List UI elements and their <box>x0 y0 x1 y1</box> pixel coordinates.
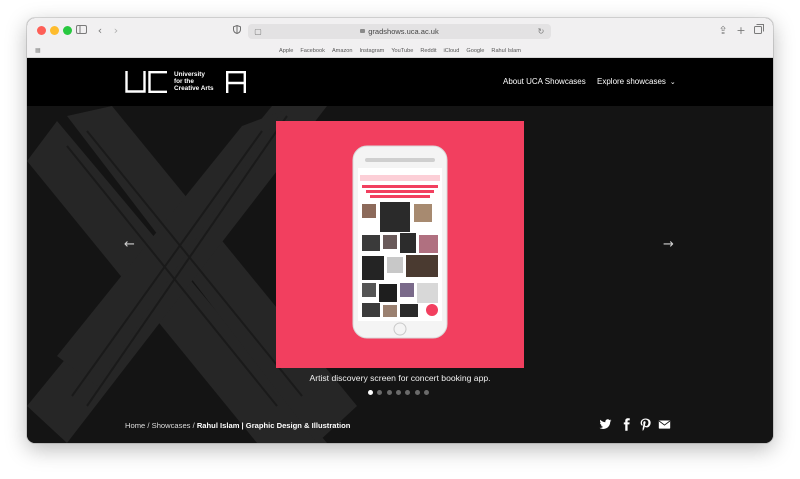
twitter-icon[interactable] <box>599 418 612 431</box>
uc-letters-logo <box>125 71 167 93</box>
favorites-bar: ▦ Apple Facebook Amazon Instagram YouTube Red… <box>27 45 773 58</box>
favorite-link[interactable]: Instagram <box>359 48 384 54</box>
slide-caption: Artist discovery screen for concert book… <box>309 373 491 383</box>
favorite-link[interactable]: iCloud <box>444 48 460 54</box>
logo-text-line-3: Creative Arts <box>174 84 214 92</box>
privacy-shield-icon[interactable] <box>230 23 244 39</box>
minimize-window-button[interactable] <box>50 26 59 35</box>
url-text: gradshows.uca.ac.uk <box>248 25 551 38</box>
breadcrumb-home-link[interactable]: Home <box>125 421 145 430</box>
chevron-down-icon: ⌄ <box>669 79 676 86</box>
breadcrumb: Home / Showcases / Rahul Islam | Graphic… <box>125 421 350 430</box>
new-tab-icon[interactable]: + <box>734 23 748 39</box>
carousel-next-arrow-icon[interactable]: → <box>663 238 674 252</box>
pinterest-icon[interactable] <box>639 418 652 431</box>
breadcrumb-current: Rahul Islam | Graphic Design & Illustrat… <box>196 421 351 430</box>
favorite-link[interactable]: Reddit <box>420 48 436 54</box>
address-bar[interactable]: ▢ gradshows.uca.ac.uk ↻ <box>248 24 551 39</box>
favorite-link[interactable]: Apple <box>279 48 293 54</box>
favorite-link[interactable]: Facebook <box>300 48 325 54</box>
browser-toolbar: ‹ › ▢ gradshows.uca.ac.uk ↻ ⇪ + <box>27 18 773 45</box>
logo-text: University for the Creative Arts <box>174 71 214 92</box>
carousel-dot[interactable] <box>414 390 420 395</box>
carousel-dot[interactable] <box>423 390 429 395</box>
url-value: gradshows.uca.ac.uk <box>368 27 439 36</box>
reload-icon[interactable]: ↻ <box>534 25 548 38</box>
back-icon[interactable]: ‹ <box>93 23 107 39</box>
tab-overview-icon[interactable] <box>752 23 766 39</box>
carousel-prev-arrow-icon[interactable]: ← <box>124 238 135 252</box>
sidebar-icon[interactable] <box>74 23 88 39</box>
hero-carousel: ← → Artist discovery screen for concert … <box>27 106 773 443</box>
carousel-dot[interactable] <box>386 390 392 395</box>
favorite-link[interactable]: YouTube <box>391 48 413 54</box>
phone-mockup-image <box>352 145 448 339</box>
share-icon[interactable]: ⇪ <box>716 23 730 39</box>
lock-icon <box>360 29 366 34</box>
zoom-window-button[interactable] <box>63 26 72 35</box>
favorites-list: Apple Facebook Amazon Instagram YouTube Reddi… <box>27 45 773 57</box>
facebook-icon[interactable] <box>620 418 633 431</box>
favorite-link[interactable]: Rahul Islam <box>491 48 521 54</box>
nav-explore-label: Explore showcases <box>597 77 666 86</box>
browser-window: ‹ › ▢ gradshows.uca.ac.uk ↻ ⇪ + ▦ Apple F… <box>27 18 773 443</box>
site-header: University for the Creative Arts About U… <box>27 58 773 106</box>
a-letter-logo <box>226 71 246 93</box>
favorite-link[interactable]: Google <box>466 48 484 54</box>
carousel-slide[interactable] <box>276 121 524 368</box>
favorite-link[interactable]: Amazon <box>332 48 353 54</box>
nav-explore-showcases[interactable]: Explore showcases ⌄ <box>597 77 676 86</box>
forward-icon[interactable]: › <box>109 23 123 39</box>
carousel-dot[interactable] <box>395 390 401 395</box>
breadcrumb-showcases-link[interactable]: Showcases <box>152 421 191 430</box>
email-icon[interactable] <box>658 418 671 431</box>
nav-about-showcases[interactable]: About UCA Showcases <box>503 77 586 86</box>
close-window-button[interactable] <box>37 26 46 35</box>
carousel-dot[interactable] <box>368 390 373 395</box>
